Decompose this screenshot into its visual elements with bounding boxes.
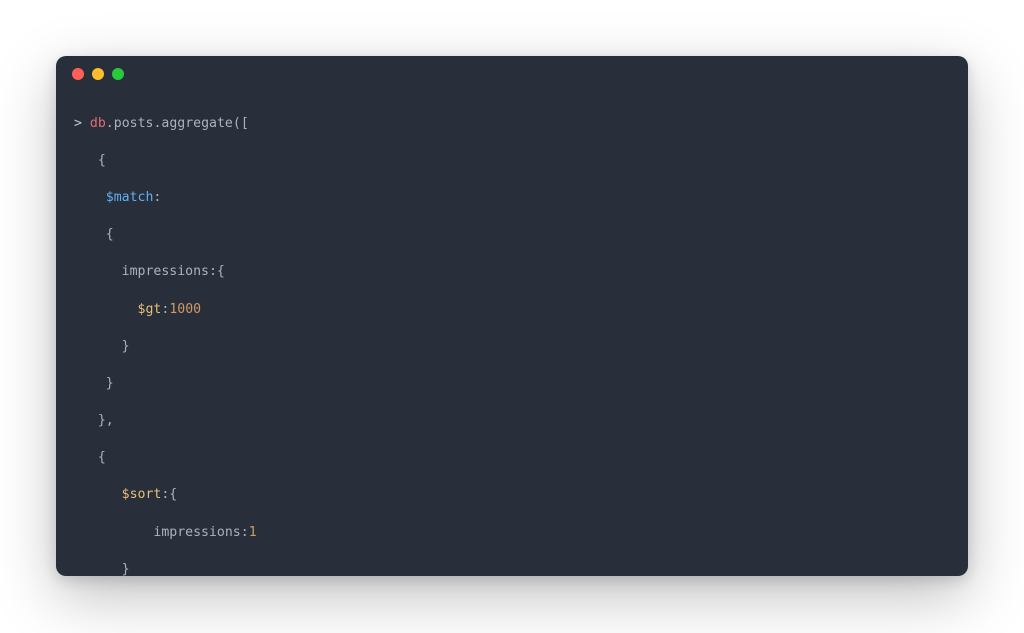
gt-value: 1000 (169, 302, 201, 317)
prompt-char: > (74, 116, 82, 131)
zoom-icon[interactable] (112, 68, 124, 80)
code-line: $sort:{ (74, 486, 950, 505)
collection-name: posts (114, 116, 154, 131)
code-line: $match: (74, 189, 950, 208)
code-area[interactable]: > db.posts.aggregate([ { $match: { impre… (56, 92, 968, 576)
code-line: impressions:{ (74, 263, 950, 282)
close-icon[interactable] (72, 68, 84, 80)
terminal-window: > db.posts.aggregate([ { $match: { impre… (56, 56, 968, 576)
code-line: > db.posts.aggregate([ (74, 115, 950, 134)
sort-key: $sort (122, 487, 162, 502)
minimize-icon[interactable] (92, 68, 104, 80)
code-line: { (74, 226, 950, 245)
code-line: impressions:1 (74, 524, 950, 543)
code-line: { (74, 152, 950, 171)
sort-value: 1 (249, 525, 257, 540)
titlebar (56, 56, 968, 92)
db-var: db (90, 116, 106, 131)
sort-field: impressions (153, 525, 240, 540)
code-line: { (74, 449, 950, 468)
code-line: }, (74, 412, 950, 431)
method-name: aggregate (161, 116, 232, 131)
code-line: } (74, 561, 950, 576)
match-key: $match (106, 190, 154, 205)
gt-key: $gt (138, 302, 162, 317)
code-line: $gt:1000 (74, 301, 950, 320)
code-line: } (74, 338, 950, 357)
code-line: } (74, 375, 950, 394)
match-field: impressions (122, 264, 209, 279)
paren-open: ([ (233, 116, 249, 131)
